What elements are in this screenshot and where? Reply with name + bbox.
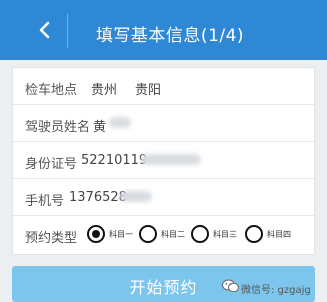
radio-subject-3[interactable] [191, 225, 209, 243]
id-number-input[interactable]: 52210119 [81, 153, 147, 168]
basic-info-form: 检车地点 贵州 贵阳 驾驶员姓名 黄 身份证号 52210119 手机号 137… [12, 67, 315, 255]
redacted-name [109, 117, 131, 128]
appointment-type-label: 预约类型 [25, 231, 78, 246]
driver-name-row: 驾驶员姓名 黄 [13, 105, 314, 142]
inspection-location-row: 检车地点 贵州 贵阳 [13, 68, 314, 105]
watermark-text: 微信号: gzgajg [241, 285, 311, 296]
back-button[interactable] [30, 14, 70, 48]
redacted-phone [120, 191, 152, 202]
id-number-label: 身份证号 [25, 157, 78, 172]
inspection-location-label: 检车地点 [25, 83, 78, 98]
radio-subject-2[interactable] [139, 225, 157, 243]
radio-subject-4-label: 科目四 [267, 230, 291, 239]
phone-label: 手机号 [25, 194, 65, 209]
chevron-left-icon [39, 21, 50, 39]
radio-selected-dot [92, 230, 100, 238]
appointment-type-row: 预约类型 科目一 科目二 科目三 科目四 [13, 216, 314, 253]
phone-row: 手机号 1376528 [13, 179, 314, 216]
radio-subject-4[interactable] [245, 225, 263, 243]
app-header: 填写基本信息(1/4) [0, 0, 327, 60]
province-select[interactable]: 贵州 [91, 79, 117, 98]
id-number-row: 身份证号 52210119 [13, 142, 314, 179]
radio-subject-1[interactable] [87, 225, 105, 243]
header-divider [67, 14, 68, 48]
redacted-id [141, 154, 201, 165]
driver-name-input[interactable]: 黄 [93, 116, 106, 135]
driver-name-label: 驾驶员姓名 [25, 120, 91, 135]
radio-subject-1-label: 科目一 [109, 230, 133, 239]
page-title: 填写基本信息(1/4) [95, 26, 245, 46]
phone-input[interactable]: 1376528 [69, 190, 127, 205]
radio-subject-2-label: 科目二 [161, 230, 185, 239]
radio-subject-3-label: 科目三 [213, 230, 237, 239]
city-select[interactable]: 贵阳 [135, 79, 161, 98]
wechat-icon [222, 279, 239, 293]
